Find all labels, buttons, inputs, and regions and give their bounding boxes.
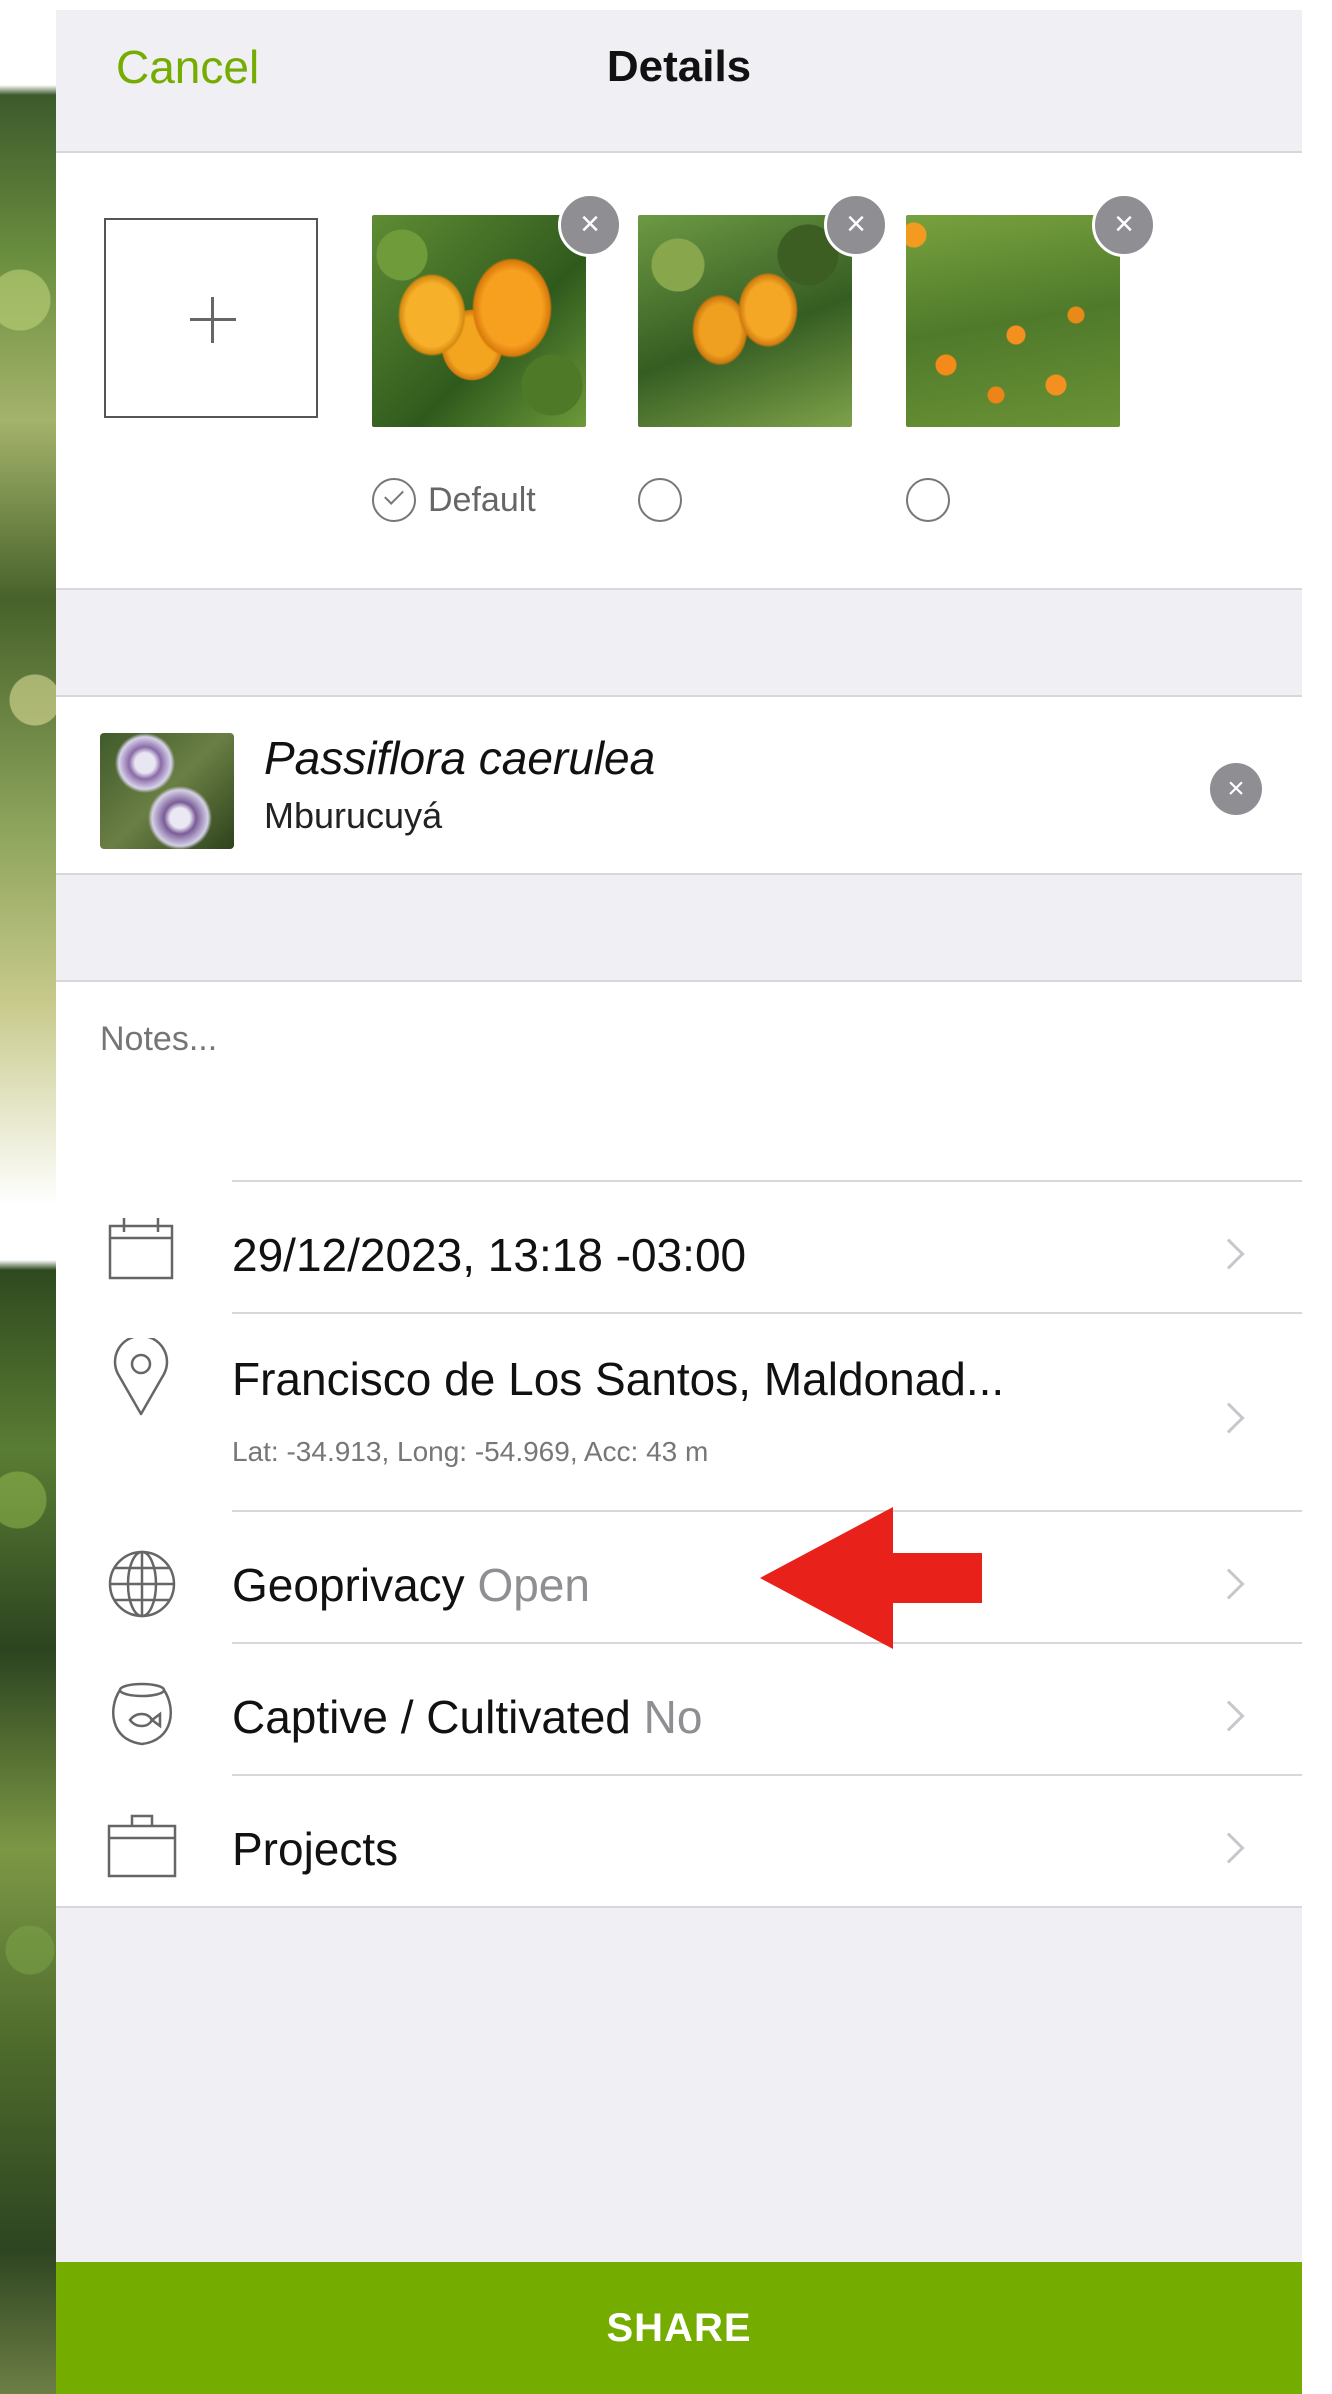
captive-value: No xyxy=(643,1691,703,1743)
taxon-row[interactable]: Passiflora caerulea Mburucuyá × xyxy=(56,699,1302,873)
fishbowl-icon xyxy=(112,1682,172,1746)
geoprivacy-title: Geoprivacy xyxy=(232,1559,465,1611)
date-row[interactable]: 29/12/2023, 13:18 -03:00 xyxy=(56,1180,1302,1312)
projects-row[interactable]: Projects xyxy=(56,1774,1302,1906)
remove-photo-button-3[interactable]: × xyxy=(1092,193,1156,257)
chevron-right-icon xyxy=(1213,1402,1245,1434)
chevron-right-icon xyxy=(1213,1568,1245,1600)
check-icon xyxy=(384,485,404,505)
row-divider xyxy=(232,1180,1302,1182)
default-photo-radio-2[interactable] xyxy=(638,478,682,522)
geoprivacy-label: Geoprivacy Open xyxy=(232,1558,590,1612)
chevron-right-icon xyxy=(1213,1700,1245,1732)
location-pin-icon xyxy=(113,1338,169,1416)
add-photo-button[interactable] xyxy=(104,218,318,418)
plus-icon xyxy=(190,297,236,343)
annotation-arrow-icon xyxy=(760,1507,982,1649)
close-icon: × xyxy=(1227,772,1245,805)
default-photo-radio-1[interactable] xyxy=(372,478,416,522)
close-icon: × xyxy=(846,205,866,243)
location-name: Francisco de Los Santos, Maldonad... xyxy=(232,1353,1005,1405)
remove-photo-button-1[interactable]: × xyxy=(558,193,622,257)
row-divider xyxy=(232,1312,1302,1314)
briefcase-icon xyxy=(107,1814,177,1878)
taxon-scientific-name: Passiflora caerulea xyxy=(264,732,656,784)
section-spacer xyxy=(56,873,1302,982)
photo-image-2 xyxy=(638,215,852,427)
location-coordinates: Lat: -34.913, Long: -54.969, Acc: 43 m xyxy=(232,1436,709,1467)
remove-photo-button-2[interactable]: × xyxy=(824,193,888,257)
background-photo-strip xyxy=(0,0,56,2394)
globe-icon xyxy=(108,1550,176,1618)
captive-title: Captive / Cultivated xyxy=(232,1691,631,1743)
photo-thumbnail-1[interactable]: × xyxy=(372,193,622,427)
empty-area xyxy=(56,1906,1302,2272)
clear-taxon-button[interactable]: × xyxy=(1210,763,1262,815)
photo-strip: × × × Default xyxy=(56,155,1302,588)
projects-label: Projects xyxy=(232,1823,399,1875)
photo-image-3 xyxy=(906,215,1120,427)
row-divider xyxy=(232,1774,1302,1776)
close-icon: × xyxy=(1114,205,1134,243)
geoprivacy-value: Open xyxy=(477,1559,590,1611)
calendar-icon xyxy=(108,1218,174,1280)
share-button[interactable]: SHARE xyxy=(56,2262,1302,2394)
geoprivacy-row[interactable]: Geoprivacy Open xyxy=(56,1510,1302,1642)
background-edge xyxy=(1302,0,1332,2394)
default-photo-radio-3[interactable] xyxy=(906,478,950,522)
close-icon: × xyxy=(580,205,600,243)
taxon-image xyxy=(100,733,234,849)
nav-header: Cancel Details xyxy=(56,10,1302,153)
captive-label: Captive / Cultivated No xyxy=(232,1690,702,1744)
photo-thumbnail-2[interactable]: × xyxy=(638,193,888,427)
chevron-right-icon xyxy=(1213,1238,1245,1270)
details-sheet: Cancel Details × × × Default Passiflora … xyxy=(56,10,1302,2394)
default-photo-label: Default xyxy=(428,481,536,519)
chevron-right-icon xyxy=(1213,1832,1245,1864)
notes-field[interactable] xyxy=(100,1020,1250,1059)
page-title: Details xyxy=(606,42,752,91)
section-spacer xyxy=(56,588,1302,697)
photo-image-1 xyxy=(372,215,586,427)
location-row[interactable]: Francisco de Los Santos, Maldonad... Lat… xyxy=(56,1312,1302,1510)
captive-row[interactable]: Captive / Cultivated No xyxy=(56,1642,1302,1774)
taxon-common-name: Mburucuyá xyxy=(264,795,443,836)
photo-thumbnail-3[interactable]: × xyxy=(906,193,1156,427)
date-label: 29/12/2023, 13:18 -03:00 xyxy=(232,1229,747,1281)
